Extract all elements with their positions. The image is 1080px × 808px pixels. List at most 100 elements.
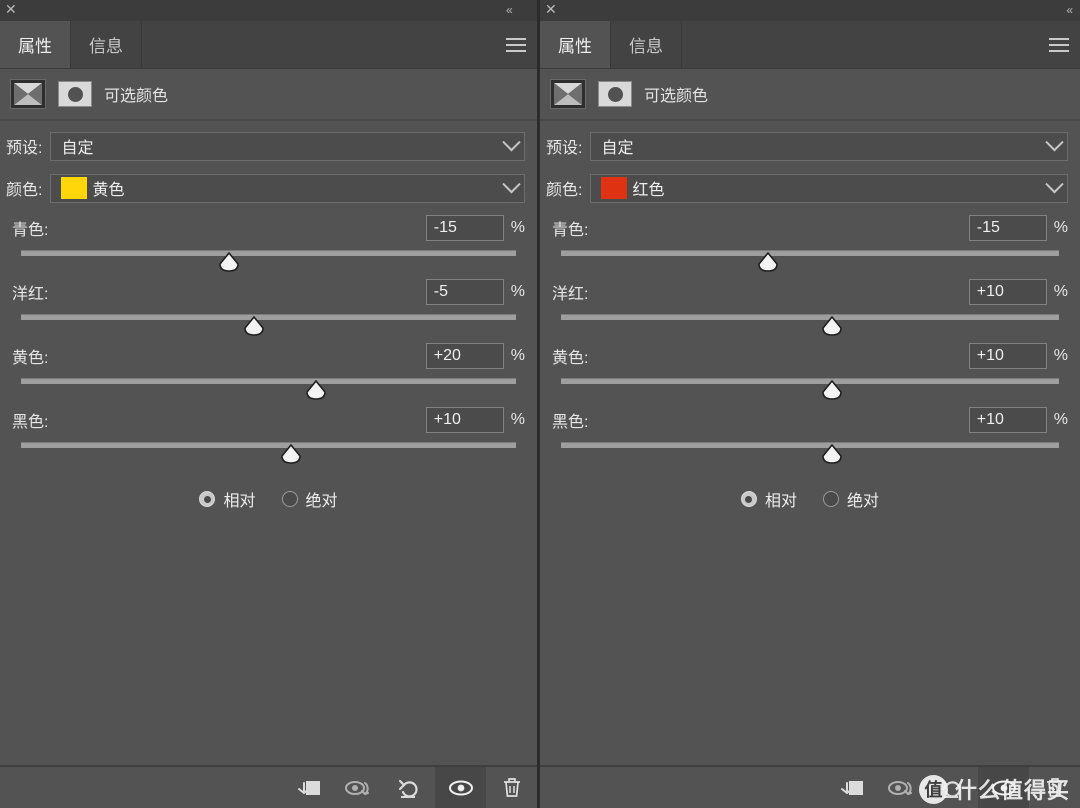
preview-previous-state-icon[interactable] [333, 767, 384, 808]
slider-track-yellow-right[interactable] [561, 373, 1059, 403]
panel-titlebar-right: ✕ « [540, 0, 1080, 21]
slider-track-yellow-left[interactable] [21, 373, 516, 403]
color-label-left: 颜色: [6, 182, 43, 199]
panel-titlebar-left: ✕ « ✕ [0, 0, 548, 21]
radio-label-relative-right: 相对 [764, 493, 797, 510]
preset-row-left: 预设: 自定 [0, 129, 537, 163]
selective-color-adjustment-icon[interactable] [10, 79, 46, 109]
color-row-left: 颜色: 黄色 [0, 171, 537, 205]
color-value-left: 黄色 [92, 182, 125, 199]
reset-icon[interactable] [384, 767, 435, 808]
adjustment-header-left: 可选颜色 [0, 69, 537, 121]
slider-thumb-magenta-right[interactable] [821, 316, 843, 336]
slider-track-cyan-right[interactable] [561, 245, 1059, 275]
photoshop-properties-panels: ✕ « ✕ 属性 信息 可选颜色 [0, 0, 1080, 808]
slider-input-magenta-left[interactable]: -5 [425, 279, 504, 305]
color-select-right[interactable]: 红色 [590, 173, 1068, 203]
slider-group-cyan-left: 青色: -15 % [0, 211, 537, 275]
slider-group-yellow-right: 黄色: +10 % [540, 339, 1080, 403]
percent-symbol: % [1053, 283, 1068, 300]
slider-label-black-right: 黑色: [552, 414, 589, 431]
color-value-right: 红色 [632, 182, 665, 199]
preset-label-left: 预设: [6, 140, 43, 157]
hamburger-menu-icon[interactable] [503, 21, 537, 68]
slider-input-cyan-left[interactable]: -15 [425, 215, 504, 241]
tab-info-right[interactable]: 信息 [611, 21, 682, 68]
slider-thumb-cyan-right[interactable] [757, 252, 779, 272]
slider-group-magenta-right: 洋红: +10 % [540, 275, 1080, 339]
reset-icon[interactable] [927, 767, 978, 808]
method-radio-group-left: 相对 绝对 [0, 487, 537, 511]
properties-panel-right: ✕ « 属性 信息 可选颜色 预设: 自定 颜色: 红色 青色: -15 % 洋… [537, 0, 1080, 808]
toggle-layer-visibility-icon[interactable] [978, 767, 1029, 808]
radio-dot-icon [281, 491, 298, 507]
radio-relative-right[interactable]: 相对 [740, 487, 797, 511]
preset-select-right[interactable]: 自定 [590, 131, 1068, 161]
slider-input-cyan-right[interactable]: -15 [968, 215, 1047, 241]
hamburger-menu-icon[interactable] [1046, 21, 1080, 68]
slider-list-right: 青色: -15 % 洋红: +10 % 黄色: +10 % 黑色: +10 % [540, 211, 1080, 467]
properties-panel-left: ✕ « ✕ 属性 信息 可选颜色 [0, 0, 548, 808]
tab-properties-right[interactable]: 属性 [540, 21, 611, 68]
color-label-right: 颜色: [546, 182, 583, 199]
tabbar-right: 属性 信息 [540, 21, 1080, 69]
slider-thumb-black-right[interactable] [821, 444, 843, 464]
radio-absolute-right[interactable]: 绝对 [823, 487, 879, 511]
radio-absolute-left[interactable]: 绝对 [281, 487, 338, 511]
chevron-down-icon [502, 174, 521, 193]
slider-input-yellow-right[interactable]: +10 [968, 343, 1047, 369]
preset-label-right: 预设: [546, 140, 583, 157]
preset-row-right: 预设: 自定 [540, 129, 1080, 163]
clip-to-layer-icon[interactable] [282, 767, 333, 808]
radio-label-absolute-left: 绝对 [305, 493, 338, 510]
slider-input-black-right[interactable]: +10 [968, 407, 1047, 433]
tab-info-left[interactable]: 信息 [71, 21, 142, 68]
chevron-down-icon [1045, 174, 1064, 193]
close-icon[interactable]: ✕ [5, 1, 17, 19]
preset-value-right: 自定 [601, 140, 634, 157]
radio-dot-icon [823, 491, 839, 507]
layer-mask-icon[interactable] [598, 81, 632, 107]
delete-layer-icon[interactable] [486, 767, 537, 808]
slider-thumb-yellow-right[interactable] [821, 380, 843, 400]
slider-track-black-left[interactable] [21, 437, 516, 467]
track-bar [561, 250, 1059, 256]
close-icon[interactable]: ✕ [545, 1, 557, 19]
slider-input-black-left[interactable]: +10 [425, 407, 504, 433]
toggle-layer-visibility-icon[interactable] [435, 767, 486, 808]
tab-properties-left[interactable]: 属性 [0, 21, 71, 68]
percent-symbol: % [1053, 219, 1068, 236]
slider-track-magenta-right[interactable] [561, 309, 1059, 339]
tabbar-filler-right [682, 21, 1046, 68]
radio-dot-selected-icon [740, 491, 757, 507]
slider-list-left: 青色: -15 % 洋红: -5 % 黄色: +20 % 黑色: +10 % [0, 211, 537, 467]
percent-symbol: % [510, 411, 525, 428]
selective-color-adjustment-icon[interactable] [550, 79, 586, 109]
slider-track-cyan-left[interactable] [21, 245, 516, 275]
slider-thumb-yellow-left[interactable] [305, 380, 327, 400]
color-select-left[interactable]: 黄色 [50, 173, 525, 203]
radio-relative-left[interactable]: 相对 [199, 487, 256, 511]
collapse-double-chevron-icon[interactable]: « [506, 2, 513, 19]
slider-thumb-magenta-left[interactable] [243, 316, 265, 336]
percent-symbol: % [510, 347, 525, 364]
collapse-double-chevron-icon[interactable]: « [1066, 2, 1073, 19]
track-bar [561, 378, 1059, 384]
slider-thumb-cyan-left[interactable] [218, 252, 240, 272]
slider-thumb-black-left[interactable] [280, 444, 302, 464]
color-row-right: 颜色: 红色 [540, 171, 1080, 205]
slider-input-magenta-right[interactable]: +10 [968, 279, 1047, 305]
slider-label-cyan-right: 青色: [552, 222, 589, 239]
slider-track-black-right[interactable] [561, 437, 1059, 467]
clip-to-layer-icon[interactable] [825, 767, 876, 808]
slider-input-yellow-left[interactable]: +20 [425, 343, 504, 369]
color-swatch-left [61, 177, 88, 199]
delete-layer-icon[interactable] [1029, 767, 1080, 808]
preset-select-left[interactable]: 自定 [50, 131, 525, 161]
preview-previous-state-icon[interactable] [876, 767, 927, 808]
layer-mask-icon[interactable] [58, 81, 92, 107]
panel-toolbar-right: 值 什么值得买 [540, 765, 1080, 808]
slider-track-magenta-left[interactable] [21, 309, 516, 339]
preset-value-left: 自定 [61, 140, 94, 157]
track-bar [21, 314, 516, 320]
